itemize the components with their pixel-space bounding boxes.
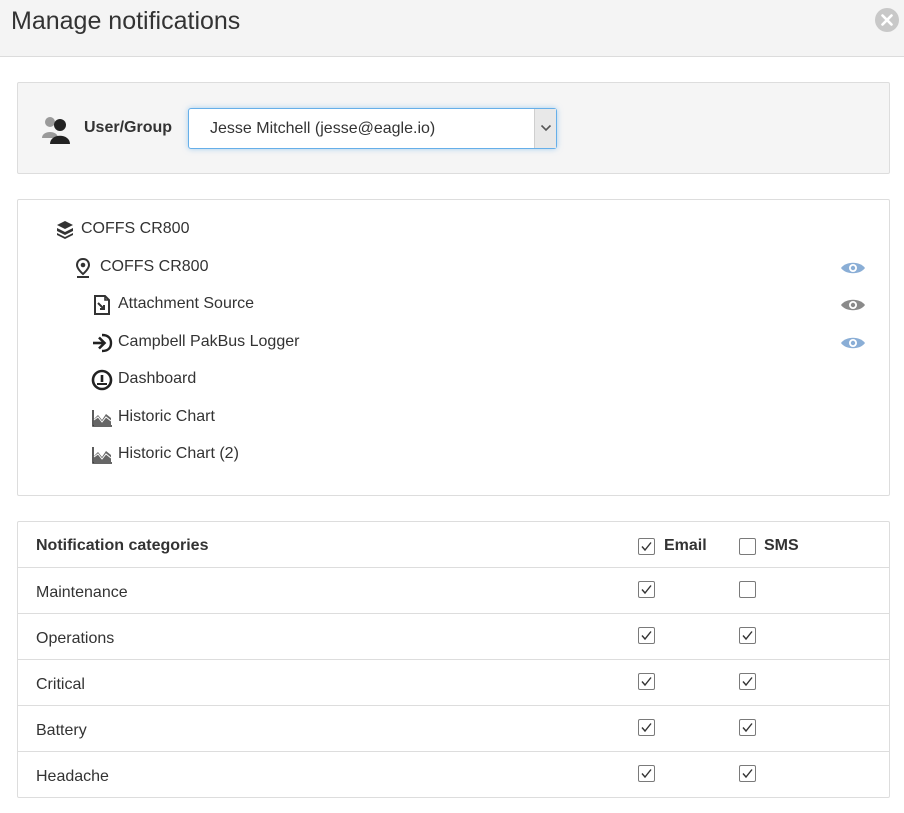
category-name: Battery <box>36 722 87 739</box>
table-header-row: Notification categories Email SMS <box>18 522 889 568</box>
chevron-down-icon[interactable] <box>534 109 556 148</box>
attachment-source-icon <box>91 294 113 316</box>
table-row: Headache <box>18 752 889 798</box>
user-group-selected-value: Jesse Mitchell (jesse@eagle.io) <box>210 120 436 137</box>
user-group-label: User/Group <box>84 119 173 136</box>
eye-icon[interactable] <box>839 259 867 277</box>
sms-column-header: SMS <box>764 537 799 554</box>
tree-item-label: Historic Chart <box>118 408 215 425</box>
sms-checkbox[interactable] <box>739 581 756 598</box>
email-checkbox[interactable] <box>638 719 655 736</box>
email-column-header: Email <box>664 537 707 554</box>
tree-item-label: COFFS CR800 <box>100 258 209 275</box>
table-row: Critical <box>18 660 889 706</box>
eye-icon[interactable] <box>839 334 867 352</box>
email-checkbox[interactable] <box>638 581 655 598</box>
tree-item-label: Historic Chart (2) <box>118 445 239 462</box>
category-name: Operations <box>36 630 115 647</box>
close-icon[interactable] <box>875 8 899 32</box>
user-group-panel: User/Group Jesse Mitchell (jesse@eagle.i… <box>17 82 890 174</box>
notification-categories-table: Notification categories Email SMS Mainte… <box>17 521 890 798</box>
email-checkbox[interactable] <box>638 627 655 644</box>
table-row: Operations <box>18 614 889 660</box>
box-stack-icon <box>54 219 76 241</box>
email-checkbox[interactable] <box>638 673 655 690</box>
monitor-tree: COFFS CR800 COFFS CR800 Attachment Sourc… <box>17 199 890 496</box>
tree-item-label: Campbell PakBus Logger <box>118 333 300 350</box>
sms-checkbox[interactable] <box>739 627 756 644</box>
tree-item-label: Attachment Source <box>118 295 255 312</box>
sms-checkbox[interactable] <box>739 765 756 782</box>
category-name: Headache <box>36 768 109 785</box>
table-row: Battery <box>18 706 889 752</box>
category-name: Critical <box>36 676 85 693</box>
sign-in-arrow-icon <box>91 332 113 354</box>
email-all-checkbox[interactable] <box>638 538 655 555</box>
dialog-header: Manage notifications <box>0 0 904 57</box>
sms-all-checkbox[interactable] <box>739 538 756 555</box>
category-name: Maintenance <box>36 584 128 601</box>
area-chart-icon <box>91 444 113 466</box>
area-chart-icon <box>91 407 113 429</box>
table-row: Maintenance <box>18 568 889 614</box>
tree-item-label: COFFS CR800 <box>81 220 190 237</box>
location-pin-icon <box>74 257 96 279</box>
dialog-title: Manage notifications <box>11 7 241 35</box>
sms-checkbox[interactable] <box>739 719 756 736</box>
dashboard-gauge-icon <box>91 369 113 391</box>
user-group-select[interactable]: Jesse Mitchell (jesse@eagle.io) <box>188 108 557 149</box>
categories-column-header: Notification categories <box>36 537 209 554</box>
users-icon <box>41 114 73 149</box>
sms-checkbox[interactable] <box>739 673 756 690</box>
eye-icon[interactable] <box>839 296 867 314</box>
email-checkbox[interactable] <box>638 765 655 782</box>
tree-item-label: Dashboard <box>118 370 197 387</box>
